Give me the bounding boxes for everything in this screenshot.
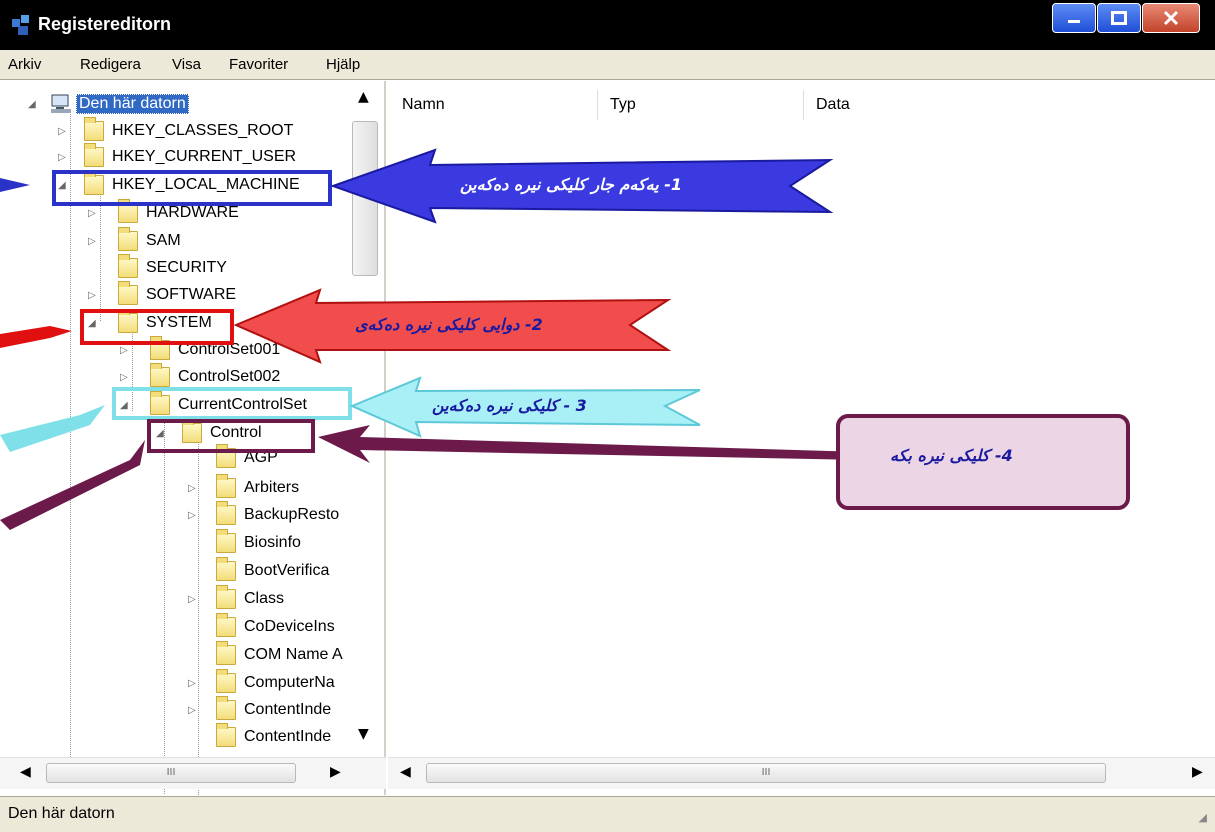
highlight-system: [80, 309, 234, 345]
tree-label: SOFTWARE: [146, 286, 237, 303]
scroll-left-icon[interactable]: ◀: [20, 764, 31, 780]
folder-icon: [216, 613, 236, 637]
tree-node-sam[interactable]: ▷ SAM: [88, 227, 181, 254]
scroll-grip: III: [761, 767, 771, 778]
tree-node-security[interactable]: SECURITY: [92, 254, 227, 281]
tree-label: Class: [244, 590, 285, 607]
tree-label: HKEY_CURRENT_USER: [112, 148, 297, 165]
annotation-step-2: 2- دوایی کلیکی نیرە دەکەی: [355, 315, 543, 334]
tree-node-hkcu[interactable]: ▷ HKEY_CURRENT_USER: [58, 143, 297, 170]
tree-node-class[interactable]: ▷ Class: [188, 585, 285, 612]
highlight-currentcontrolset: [112, 387, 352, 420]
scroll-down-icon[interactable]: ▼: [358, 726, 369, 742]
maximize-button[interactable]: [1097, 3, 1141, 33]
tree-label: CoDeviceIns: [244, 618, 335, 635]
menu-hjalp[interactable]: Hjälp: [326, 56, 360, 73]
status-bar: Den här datorn ◢: [0, 796, 1215, 832]
folder-icon: [216, 585, 236, 609]
close-button[interactable]: [1142, 3, 1200, 33]
tree-node-hkcr[interactable]: ▷ HKEY_CLASSES_ROOT: [58, 117, 294, 144]
tree-label: ComputerNa: [244, 674, 335, 691]
folder-icon: [216, 723, 236, 747]
folder-icon: [216, 529, 236, 553]
tree-hscroll-thumb[interactable]: III: [46, 763, 296, 783]
tree-node-software[interactable]: ▷ SOFTWARE: [88, 281, 237, 308]
folder-icon: [118, 199, 138, 223]
folder-icon: [216, 557, 236, 581]
menu-favoriter[interactable]: Favoriter: [229, 56, 288, 73]
annotation-step-3: 3 - کلیکی نیرە دەکەین: [432, 396, 587, 415]
tree-node-biosinfo[interactable]: Biosinfo: [190, 529, 301, 556]
folder-icon: [216, 669, 236, 693]
tree-node-backup[interactable]: ▷ BackupResto: [188, 501, 340, 528]
folder-icon: [216, 501, 236, 525]
tree-label: HARDWARE: [146, 204, 239, 221]
menu-visa[interactable]: Visa: [172, 56, 201, 73]
regedit-icon: [12, 15, 29, 35]
tree-label: COM Name A: [244, 646, 343, 663]
folder-icon: [118, 254, 138, 278]
tree-node-computername[interactable]: ▷ ComputerNa: [188, 669, 335, 696]
tree-node-root[interactable]: ◢ Den här datorn: [28, 91, 189, 117]
folder-icon: [118, 281, 138, 305]
highlight-hklm: [52, 170, 332, 206]
annotation-step-1: 1- یەکەم جار کلیکی نیرە دەکەین: [460, 175, 682, 194]
menu-arkiv[interactable]: Arkiv: [8, 56, 41, 73]
tree-node-contentindex[interactable]: ▷ ContentInde: [188, 696, 332, 723]
maximize-icon: [1111, 11, 1127, 25]
status-text: Den här datorn: [8, 805, 115, 822]
minimize-icon: [1068, 20, 1080, 23]
scroll-right-icon[interactable]: ▶: [330, 764, 341, 780]
tree-label: SECURITY: [146, 259, 227, 276]
minimize-button[interactable]: [1052, 3, 1096, 33]
tree-label-root: Den här datorn: [76, 94, 189, 114]
tree-label: SAM: [146, 232, 181, 249]
tree-label: Arbiters: [244, 479, 300, 496]
window-title: Registereditorn: [38, 14, 172, 34]
column-header-data[interactable]: Data: [804, 90, 1213, 120]
folder-icon: [216, 641, 236, 665]
column-header-namn[interactable]: Namn: [390, 90, 598, 120]
highlight-control: [147, 419, 315, 453]
folder-icon: [84, 117, 104, 141]
scroll-grip: III: [166, 767, 176, 778]
tree-node-codeviceinstallers[interactable]: CoDeviceIns: [190, 613, 335, 640]
tree-label: BackupResto: [244, 506, 340, 523]
tree-label: HKEY_CLASSES_ROOT: [112, 122, 294, 139]
folder-icon: [216, 474, 236, 498]
scroll-up-icon[interactable]: ▲: [358, 89, 369, 105]
menu-bar: Arkiv Redigera Visa Favoriter Hjälp: [0, 50, 1215, 80]
title-bar: Registereditorn: [0, 0, 1215, 50]
close-icon: [1163, 10, 1179, 26]
tree-label: BootVerifica: [244, 562, 330, 579]
tree-label: ContentInde: [244, 728, 332, 745]
resize-grip-icon[interactable]: ◢: [1199, 811, 1207, 824]
folder-icon: [150, 363, 170, 387]
scroll-right-icon[interactable]: ▶: [1192, 764, 1203, 780]
tree-label: ContentInde: [244, 701, 332, 718]
list-hscroll-thumb[interactable]: III: [426, 763, 1106, 783]
tree-node-contentindex2[interactable]: ContentInde: [190, 723, 332, 750]
column-header-typ[interactable]: Typ: [598, 90, 804, 120]
tree-node-bootverification[interactable]: BootVerifica: [190, 557, 330, 584]
computer-icon: [51, 94, 71, 113]
folder-icon: [118, 227, 138, 251]
tree-node-arbiters[interactable]: ▷ Arbiters: [188, 474, 300, 501]
tree-label: Biosinfo: [244, 534, 301, 551]
folder-icon: [216, 696, 236, 720]
menu-redigera[interactable]: Redigera: [80, 56, 141, 73]
tree-label: ControlSet002: [178, 368, 281, 385]
folder-icon: [84, 143, 104, 167]
annotation-step-4: 4- کلیکی نیرە بکە: [890, 446, 1013, 465]
tree-scroll-thumb[interactable]: [352, 121, 378, 276]
scroll-left-icon[interactable]: ◀: [400, 764, 411, 780]
tree-node-com-name-arbiter[interactable]: COM Name A: [190, 641, 343, 668]
